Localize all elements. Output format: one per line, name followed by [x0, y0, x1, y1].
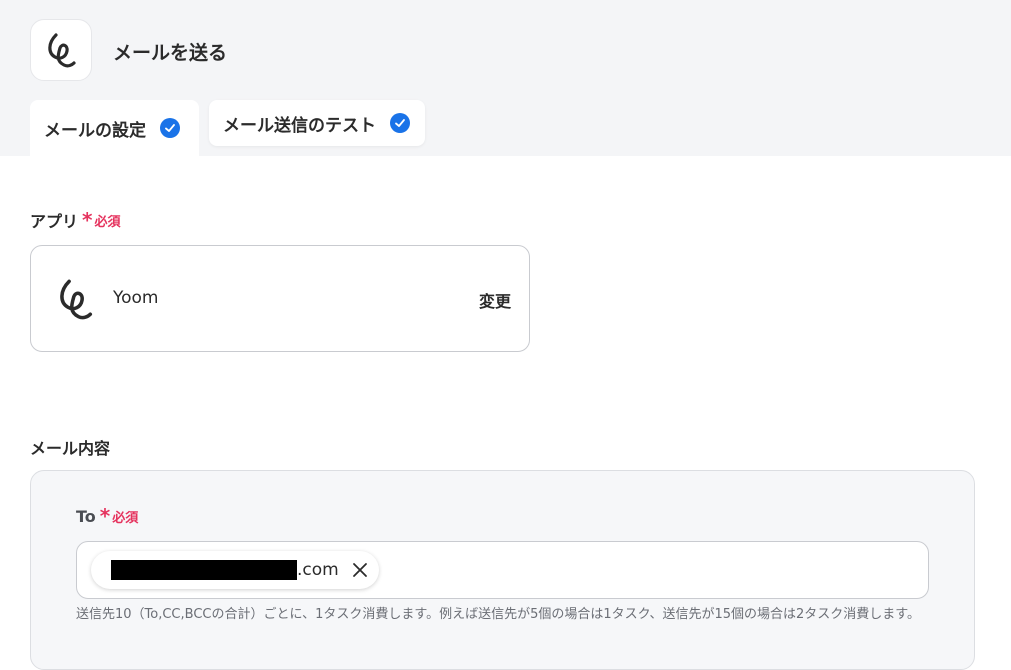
required-star: *	[82, 208, 93, 232]
mail-content-label: メール内容	[30, 439, 111, 458]
tab-label: メール送信のテスト	[223, 115, 376, 136]
to-field-label: To * 必須	[76, 506, 138, 526]
required-star: *	[99, 504, 111, 528]
close-icon[interactable]	[351, 561, 369, 579]
email-domain-suffix: .com	[297, 560, 339, 580]
yoom-logo-icon	[30, 19, 92, 81]
check-circle-icon	[160, 118, 180, 138]
yoom-logo-icon	[55, 274, 95, 328]
app-label-text: アプリ	[30, 212, 79, 231]
change-app-button[interactable]: 変更	[479, 288, 511, 312]
app-field-label: アプリ * 必須	[30, 208, 121, 232]
tab-mail-settings[interactable]: メールの設定	[30, 100, 199, 156]
redacted-email	[111, 560, 297, 580]
tab-label: メールの設定	[44, 120, 146, 141]
recipient-chip[interactable]: .com	[91, 551, 379, 589]
to-helper-text: 送信先10（To,CC,BCCの合計）ごとに、1タスク消費します。例えば送信先が…	[76, 607, 920, 622]
page-header: メールを送る メールの設定 メール送信のテスト	[0, 0, 1011, 156]
app-name: Yoom	[113, 288, 159, 308]
to-recipients-input[interactable]: .com	[76, 541, 929, 599]
app-selector-card: Yoom 変更	[30, 245, 530, 352]
required-badge: 必須	[94, 214, 121, 230]
page-title: メールを送る	[113, 42, 228, 64]
tab-mail-send-test[interactable]: メール送信のテスト	[209, 100, 425, 146]
check-circle-icon	[390, 113, 410, 133]
to-label-text: To	[76, 506, 96, 526]
required-badge: 必須	[112, 510, 139, 526]
